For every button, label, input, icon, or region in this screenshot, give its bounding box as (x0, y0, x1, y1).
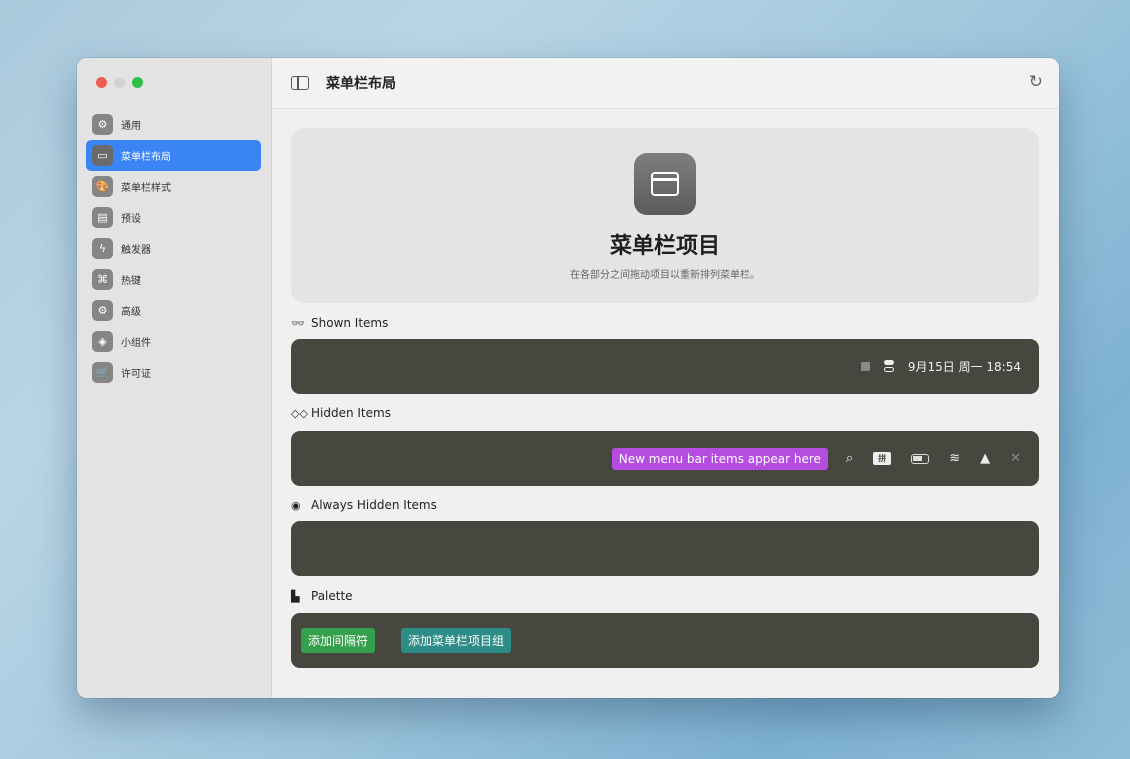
control-center-icon[interactable] (883, 360, 894, 373)
wifi-icon[interactable]: ≋ (949, 451, 960, 466)
sidebar-item-menubar-layout[interactable]: ▭ 菜单栏布局 (86, 140, 261, 171)
battery-icon[interactable] (911, 453, 930, 464)
section-label: Palette (311, 589, 353, 603)
hidden-items-bar[interactable]: New menu bar items appear here ⌕ 拼 ≋ ▲ ✕ (291, 431, 1039, 486)
palette-section-icon: ▙ (291, 589, 300, 603)
main-content: 菜单栏布局 ↻ 菜单栏项目 在各部分之间拖动项目以重新排列菜单栏。 👓 Show… (272, 58, 1059, 698)
glasses-icon: 👓 (291, 316, 305, 330)
sidebar-nav: ⚙ 通用 ▭ 菜单栏布局 🎨 菜单栏样式 ▤ 预设 ϟ 触发器 ⌘ 热键 ⚙ 高… (86, 109, 261, 388)
titlebar: 菜单栏布局 ↻ (272, 58, 1059, 109)
always-hidden-bar[interactable] (291, 521, 1039, 576)
input-method-icon[interactable]: 拼 (873, 452, 892, 465)
shown-items-heading: 👓 Shown Items (291, 316, 388, 330)
sidebar-item-label: 预设 (121, 214, 141, 225)
gears-icon: ⚙ (92, 300, 113, 321)
sidebar-item-menubar-style[interactable]: 🎨 菜单栏样式 (86, 171, 261, 202)
shown-items-bar[interactable]: 9月15日 周一 18:54 (291, 339, 1039, 394)
gear-icon: ⚙ (92, 114, 113, 135)
sidebar-item-label: 小组件 (121, 338, 151, 349)
palette-heading: ▙ Palette (291, 589, 353, 603)
palette-icon: 🎨 (92, 176, 113, 197)
hidden-glasses-icon: ◇◇ (291, 406, 308, 420)
new-items-badge: New menu bar items appear here (611, 447, 828, 470)
hero-card: 菜单栏项目 在各部分之间拖动项目以重新排列菜单栏。 (291, 128, 1039, 303)
hidden-items-heading: ◇◇ Hidden Items (291, 406, 391, 420)
minimize-button[interactable] (114, 77, 125, 88)
sidebar-item-triggers[interactable]: ϟ 触发器 (86, 233, 261, 264)
sidebar: ⚙ 通用 ▭ 菜单栏布局 🎨 菜单栏样式 ▤ 预设 ϟ 触发器 ⌘ 热键 ⚙ 高… (77, 58, 272, 698)
widget-icon: ◈ (92, 331, 113, 352)
eye-slash-icon: ◉ (291, 498, 301, 512)
menubar-layout-icon: ▭ (92, 145, 113, 166)
palette-bar: 添加间隔符 添加菜单栏项目组 (291, 613, 1039, 668)
mountain-icon[interactable]: ▲ (980, 451, 990, 466)
clock-item[interactable]: 9月15日 周一 18:54 (908, 358, 1021, 375)
add-spacer-button[interactable]: 添加间隔符 (301, 628, 376, 653)
sidebar-item-label: 许可证 (121, 369, 151, 380)
section-label: Shown Items (311, 316, 389, 330)
sidebar-item-label: 热键 (121, 276, 141, 287)
refresh-icon[interactable]: ↻ (1029, 72, 1043, 92)
hero-title: 菜单栏项目 (609, 234, 720, 259)
stop-icon[interactable] (860, 362, 870, 371)
app-window: ⚙ 通用 ▭ 菜单栏布局 🎨 菜单栏样式 ▤ 预设 ϟ 触发器 ⌘ 热键 ⚙ 高… (77, 58, 1059, 698)
sidebar-item-label: 菜单栏样式 (121, 183, 171, 194)
cart-icon: 🛒 (92, 362, 113, 383)
sidebar-item-label: 通用 (121, 121, 141, 132)
sidebar-toggle-icon[interactable] (291, 76, 309, 90)
sidebar-item-presets[interactable]: ▤ 预设 (86, 202, 261, 233)
hidden-items-list: New menu bar items appear here ⌕ 拼 ≋ ▲ ✕ (611, 431, 1021, 486)
sidebar-item-label: 菜单栏布局 (121, 152, 171, 163)
menubar-app-icon (634, 153, 696, 215)
add-group-button[interactable]: 添加菜单栏项目组 (401, 628, 512, 653)
page-title: 菜单栏布局 (326, 76, 396, 92)
always-hidden-heading: ◉ Always Hidden Items (291, 498, 437, 512)
section-label: Hidden Items (311, 406, 391, 420)
shown-items-list: 9月15日 周一 18:54 (860, 339, 1021, 394)
hero-subtitle: 在各部分之间拖动项目以重新排列菜单栏。 (570, 270, 760, 281)
search-icon[interactable]: ⌕ (846, 451, 853, 466)
close-button[interactable] (96, 77, 107, 88)
sidebar-item-label: 触发器 (121, 245, 151, 256)
window-controls (96, 77, 143, 88)
bolt-icon: ϟ (92, 238, 113, 259)
sidebar-item-widgets[interactable]: ◈ 小组件 (86, 326, 261, 357)
tools-icon[interactable]: ✕ (1010, 451, 1021, 466)
maximize-button[interactable] (132, 77, 143, 88)
sidebar-item-license[interactable]: 🛒 许可证 (86, 357, 261, 388)
sidebar-item-general[interactable]: ⚙ 通用 (86, 109, 261, 140)
sidebar-item-advanced[interactable]: ⚙ 高级 (86, 295, 261, 326)
palette-items: 添加间隔符 添加菜单栏项目组 (301, 613, 512, 668)
hotkey-icon: ⌘ (92, 269, 113, 290)
preset-icon: ▤ (92, 207, 113, 228)
sidebar-item-hotkeys[interactable]: ⌘ 热键 (86, 264, 261, 295)
sidebar-item-label: 高级 (121, 307, 141, 318)
section-label: Always Hidden Items (311, 498, 437, 512)
